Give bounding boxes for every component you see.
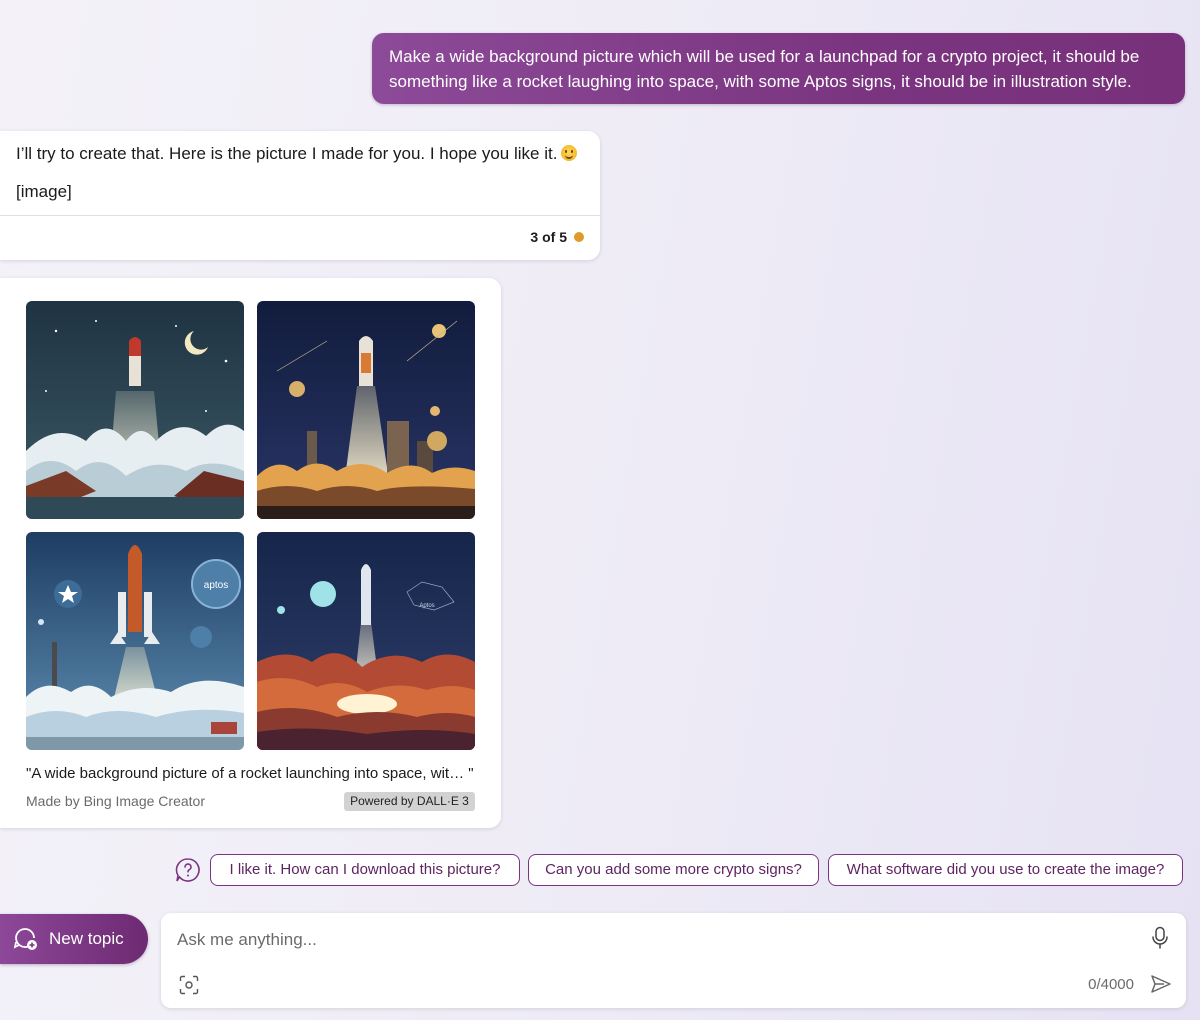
microphone-icon[interactable]: [1150, 926, 1170, 950]
send-icon[interactable]: [1150, 973, 1172, 995]
visual-search-icon[interactable]: [179, 975, 199, 995]
smiling-face-emoji-icon: [561, 145, 578, 161]
rocket-launch-dark-clouds-illustration-icon: [26, 301, 244, 519]
composer: 0/4000: [161, 913, 1186, 1008]
new-topic-button[interactable]: New topic: [0, 914, 148, 964]
generated-image-1[interactable]: [26, 301, 244, 519]
aptos-label: aptos: [204, 580, 228, 591]
aptos-label: Aptos: [419, 603, 434, 609]
turn-counter-text: 3 of 5: [530, 229, 567, 245]
chat-input[interactable]: [177, 927, 1137, 953]
image-placeholder-text: [image]: [16, 182, 72, 201]
generated-image-4[interactable]: Aptos: [257, 532, 475, 750]
new-topic-label: New topic: [49, 929, 124, 948]
bot-message-text: I’ll try to create that. Here is the pic…: [16, 144, 558, 163]
image-creator-card: aptos Aptos "A wide background picture o…: [0, 278, 501, 828]
rocket-launch-night-city-illustration-icon: [257, 301, 475, 519]
rocket-launch-red-sunset-illustration-icon: Aptos: [257, 532, 475, 750]
bot-message-line: I’ll try to create that. Here is the pic…: [16, 142, 578, 166]
user-message-bubble: Make a wide background picture which wil…: [372, 33, 1185, 104]
suggestion-chip-software[interactable]: What software did you use to create the …: [828, 854, 1183, 886]
image-caption: "A wide background picture of a rocket l…: [26, 765, 474, 782]
turn-counter: 3 of 5: [530, 229, 584, 245]
divider: [0, 215, 600, 216]
bot-message-bubble: I’ll try to create that. Here is the pic…: [0, 131, 600, 260]
generated-image-2[interactable]: [257, 301, 475, 519]
new-topic-icon: [13, 928, 37, 950]
made-by-label[interactable]: Made by Bing Image Creator: [26, 793, 205, 809]
character-count: 0/4000: [1088, 976, 1134, 993]
user-message-text: Make a wide background picture which wil…: [389, 47, 1140, 91]
generated-image-3[interactable]: aptos: [26, 532, 244, 750]
shuttle-launch-aptos-illustration-icon: aptos: [26, 532, 244, 750]
question-bubble-icon[interactable]: [175, 857, 201, 883]
powered-by-badge: Powered by DALL·E 3: [344, 792, 475, 811]
suggestion-chip-crypto-signs[interactable]: Can you add some more crypto signs?: [528, 854, 819, 886]
suggestion-chip-download[interactable]: I like it. How can I download this pictu…: [210, 854, 520, 886]
status-dot-icon: [574, 232, 584, 242]
